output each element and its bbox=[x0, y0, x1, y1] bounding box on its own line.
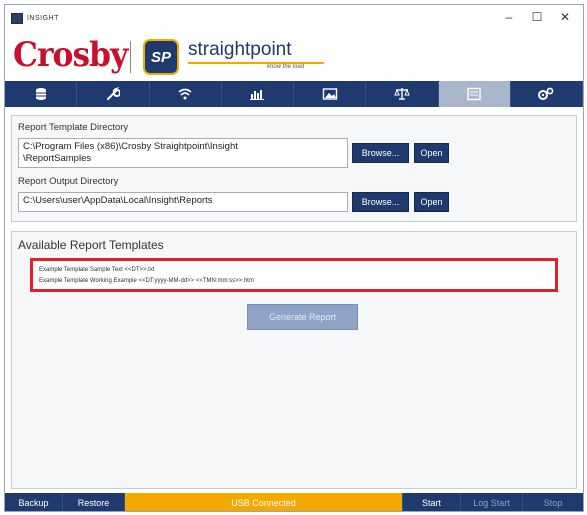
toolbar-tools[interactable] bbox=[77, 81, 150, 107]
template-path-line2: \ReportSamples bbox=[23, 153, 92, 164]
status-bar: Backup Restore USB Connected Start Log S… bbox=[5, 493, 583, 511]
main-toolbar bbox=[5, 81, 583, 107]
output-path: C:\Users\user\AppData\Local\Insight\Repo… bbox=[23, 195, 213, 206]
straightpoint-badge-icon: SP bbox=[143, 39, 179, 75]
straightpoint-logo: straightpoint bbox=[188, 39, 292, 60]
window-title: INSIGHT bbox=[27, 14, 59, 22]
scales-icon bbox=[394, 88, 410, 100]
directories-panel: Report Template Directory C:\Program Fil… bbox=[11, 115, 577, 222]
brand-header: Crosby SP straightpoint know the load bbox=[5, 31, 583, 81]
start-button[interactable]: Start bbox=[403, 493, 461, 511]
straightpoint-tagline: know the load bbox=[267, 64, 305, 70]
app-icon bbox=[11, 12, 23, 24]
wireless-icon bbox=[178, 88, 192, 100]
toolbar-chart[interactable] bbox=[222, 81, 294, 107]
output-open-button[interactable]: Open bbox=[414, 192, 449, 212]
toolbar-wireless[interactable] bbox=[150, 81, 222, 107]
template-directory-field[interactable]: C:\Program Files (x86)\Crosby Straightpo… bbox=[18, 138, 348, 168]
list-item[interactable]: Example Template Working Example <<DT:yy… bbox=[39, 276, 549, 287]
image-icon bbox=[322, 88, 337, 100]
usb-status-badge: USB Connected bbox=[125, 493, 403, 511]
template-browse-button[interactable]: Browse... bbox=[352, 143, 409, 163]
toolbar-image[interactable] bbox=[294, 81, 367, 107]
generate-report-button[interactable]: Generate Report bbox=[247, 304, 358, 330]
logo-divider bbox=[130, 41, 131, 73]
close-button[interactable]: ✕ bbox=[551, 5, 579, 29]
maximize-button[interactable]: ☐ bbox=[523, 5, 551, 29]
templates-panel: Available Report Templates Example Templ… bbox=[11, 231, 577, 489]
toolbar-database[interactable] bbox=[5, 81, 78, 107]
database-icon bbox=[35, 88, 46, 100]
wrench-icon bbox=[106, 87, 120, 100]
template-open-button[interactable]: Open bbox=[414, 143, 449, 163]
minimize-button[interactable]: – bbox=[495, 5, 523, 29]
backup-button[interactable]: Backup bbox=[5, 493, 63, 511]
template-path-line1: C:\Program Files (x86)\Crosby Straightpo… bbox=[23, 141, 238, 152]
list-item[interactable]: Example Template Sample Text <<DT>>.txt bbox=[39, 265, 549, 276]
app-window: INSIGHT – ☐ ✕ Crosby SP straightpoint kn… bbox=[4, 4, 584, 512]
stop-button[interactable]: Stop bbox=[523, 493, 583, 511]
chart-icon bbox=[250, 90, 265, 100]
title-bar: INSIGHT – ☐ ✕ bbox=[5, 5, 583, 31]
restore-button[interactable]: Restore bbox=[63, 493, 125, 511]
output-directory-label: Report Output Directory bbox=[18, 176, 119, 187]
output-browse-button[interactable]: Browse... bbox=[352, 192, 409, 212]
toolbar-settings[interactable] bbox=[511, 81, 583, 107]
settings-icon bbox=[538, 87, 554, 100]
template-directory-label: Report Template Directory bbox=[18, 122, 129, 133]
crosby-logo: Crosby bbox=[13, 35, 128, 75]
report-icon bbox=[467, 87, 481, 101]
toolbar-reports[interactable] bbox=[438, 81, 511, 107]
templates-title: Available Report Templates bbox=[18, 238, 164, 252]
toolbar-scales[interactable] bbox=[366, 81, 439, 107]
output-directory-field[interactable]: C:\Users\user\AppData\Local\Insight\Repo… bbox=[18, 192, 348, 212]
window-controls: – ☐ ✕ bbox=[495, 5, 579, 29]
templates-list[interactable]: Example Template Sample Text <<DT>>.txt … bbox=[30, 258, 558, 292]
log-start-button[interactable]: Log Start bbox=[461, 493, 523, 511]
